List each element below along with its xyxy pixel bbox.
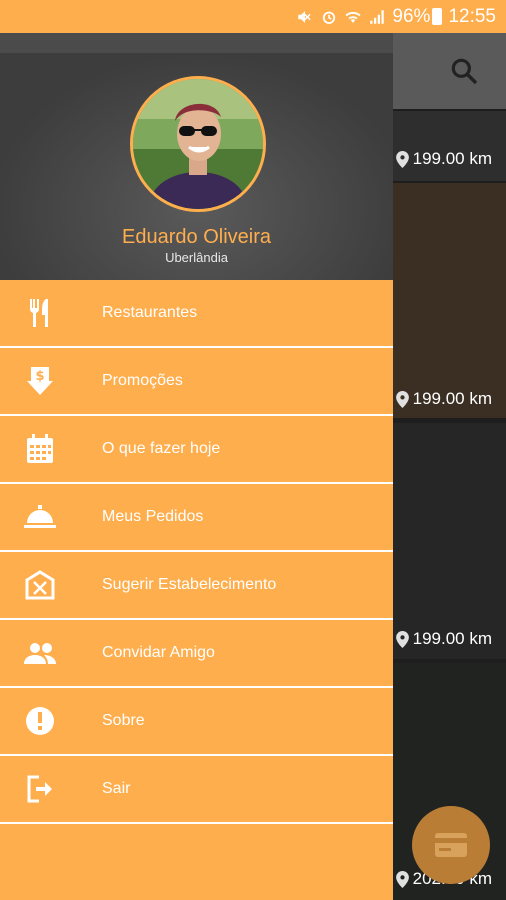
location-pin-icon <box>395 630 409 648</box>
menu-item-meus-pedidos[interactable]: Meus Pedidos <box>0 484 393 552</box>
menu-item-sugerir-estabelecimento[interactable]: Sugerir Estabelecimento <box>0 552 393 620</box>
invite-friends-icon <box>24 637 56 669</box>
menu-item-convidar-amigo[interactable]: Convidar Amigo <box>0 620 393 688</box>
user-name: Eduardo Oliveira <box>122 226 271 248</box>
profile-photo <box>133 79 263 209</box>
credit-card-icon <box>435 833 467 857</box>
menu-item-label: Sugerir Estabelecimento <box>102 576 277 593</box>
card-fab-button[interactable] <box>412 806 490 884</box>
menu-item-label: Convidar Amigo <box>102 644 215 661</box>
menu-item-label: Promoções <box>102 372 183 389</box>
distance-label: 199.00 km <box>395 629 492 649</box>
location-pin-icon <box>395 870 409 888</box>
distance-label: 199.00 km <box>395 389 492 409</box>
menu-item-label: Sobre <box>102 712 145 729</box>
wifi-icon <box>345 11 361 23</box>
logout-icon <box>24 773 56 805</box>
menu-item-label: O que fazer hoje <box>102 440 221 457</box>
signal-icon <box>370 9 385 24</box>
svg-text:$: $ <box>35 369 44 384</box>
menu-item-label: Restaurantes <box>102 304 198 321</box>
menu-item-label: Meus Pedidos <box>102 508 204 525</box>
location-pin-icon <box>395 390 409 408</box>
restaurant-icon <box>24 297 56 329</box>
clock: 12:55 <box>448 5 496 27</box>
room-service-icon <box>24 501 56 533</box>
promotion-icon: $ <box>24 365 56 397</box>
battery-percent: 96% <box>392 5 431 27</box>
status-bar: 96% 12:55 <box>0 0 506 33</box>
battery-icon <box>432 8 443 25</box>
menu-item-promocoes[interactable]: $ Promoções <box>0 348 393 416</box>
alarm-icon <box>323 11 336 24</box>
restaurant-card[interactable]: 199.00 km <box>393 111 506 181</box>
menu-item-o-que-fazer-hoje[interactable]: O que fazer hoje <box>0 416 393 484</box>
calendar-icon <box>24 433 56 465</box>
avatar[interactable] <box>130 76 266 212</box>
info-icon <box>24 705 56 737</box>
menu-item-label: Sair <box>102 780 131 797</box>
distance-label: 199.00 km <box>395 149 492 169</box>
user-city: Uberlândia <box>165 250 228 265</box>
restaurant-card[interactable]: 199.00 km <box>393 423 506 659</box>
navigation-drawer: Eduardo Oliveira Uberlândia Restaurantes… <box>0 33 393 900</box>
drawer-header: Eduardo Oliveira Uberlândia <box>0 33 393 280</box>
restaurant-card[interactable]: 199.00 km <box>393 183 506 418</box>
menu-item-sobre[interactable]: Sobre <box>0 688 393 756</box>
location-pin-icon <box>395 150 409 168</box>
suggest-place-icon <box>24 569 56 601</box>
status-icons <box>296 8 386 26</box>
mute-icon <box>298 10 312 23</box>
search-icon[interactable] <box>448 55 480 87</box>
menu-item-restaurantes[interactable]: Restaurantes <box>0 280 393 348</box>
menu-item-sair[interactable]: Sair <box>0 756 393 824</box>
drawer-menu: Restaurantes $ Promoções O que fazer hoj… <box>0 280 393 824</box>
